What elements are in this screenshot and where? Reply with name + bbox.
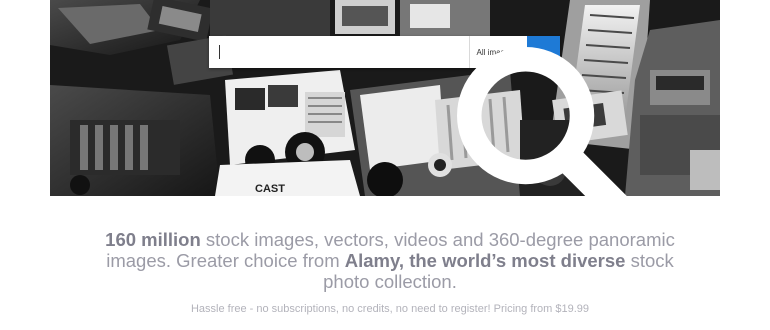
headline-brand: Alamy, the world’s most diverse bbox=[344, 250, 626, 271]
search-icon bbox=[457, 47, 627, 196]
pricing-subline: Hassle free - no subscriptions, no credi… bbox=[190, 303, 590, 315]
headline-count: 160 million bbox=[105, 229, 201, 250]
search-bar: All images bbox=[209, 36, 627, 196]
hero-image: CAST All images bbox=[50, 0, 720, 196]
search-button[interactable] bbox=[457, 36, 627, 196]
headline: 160 million stock images, vectors, video… bbox=[100, 229, 680, 292]
